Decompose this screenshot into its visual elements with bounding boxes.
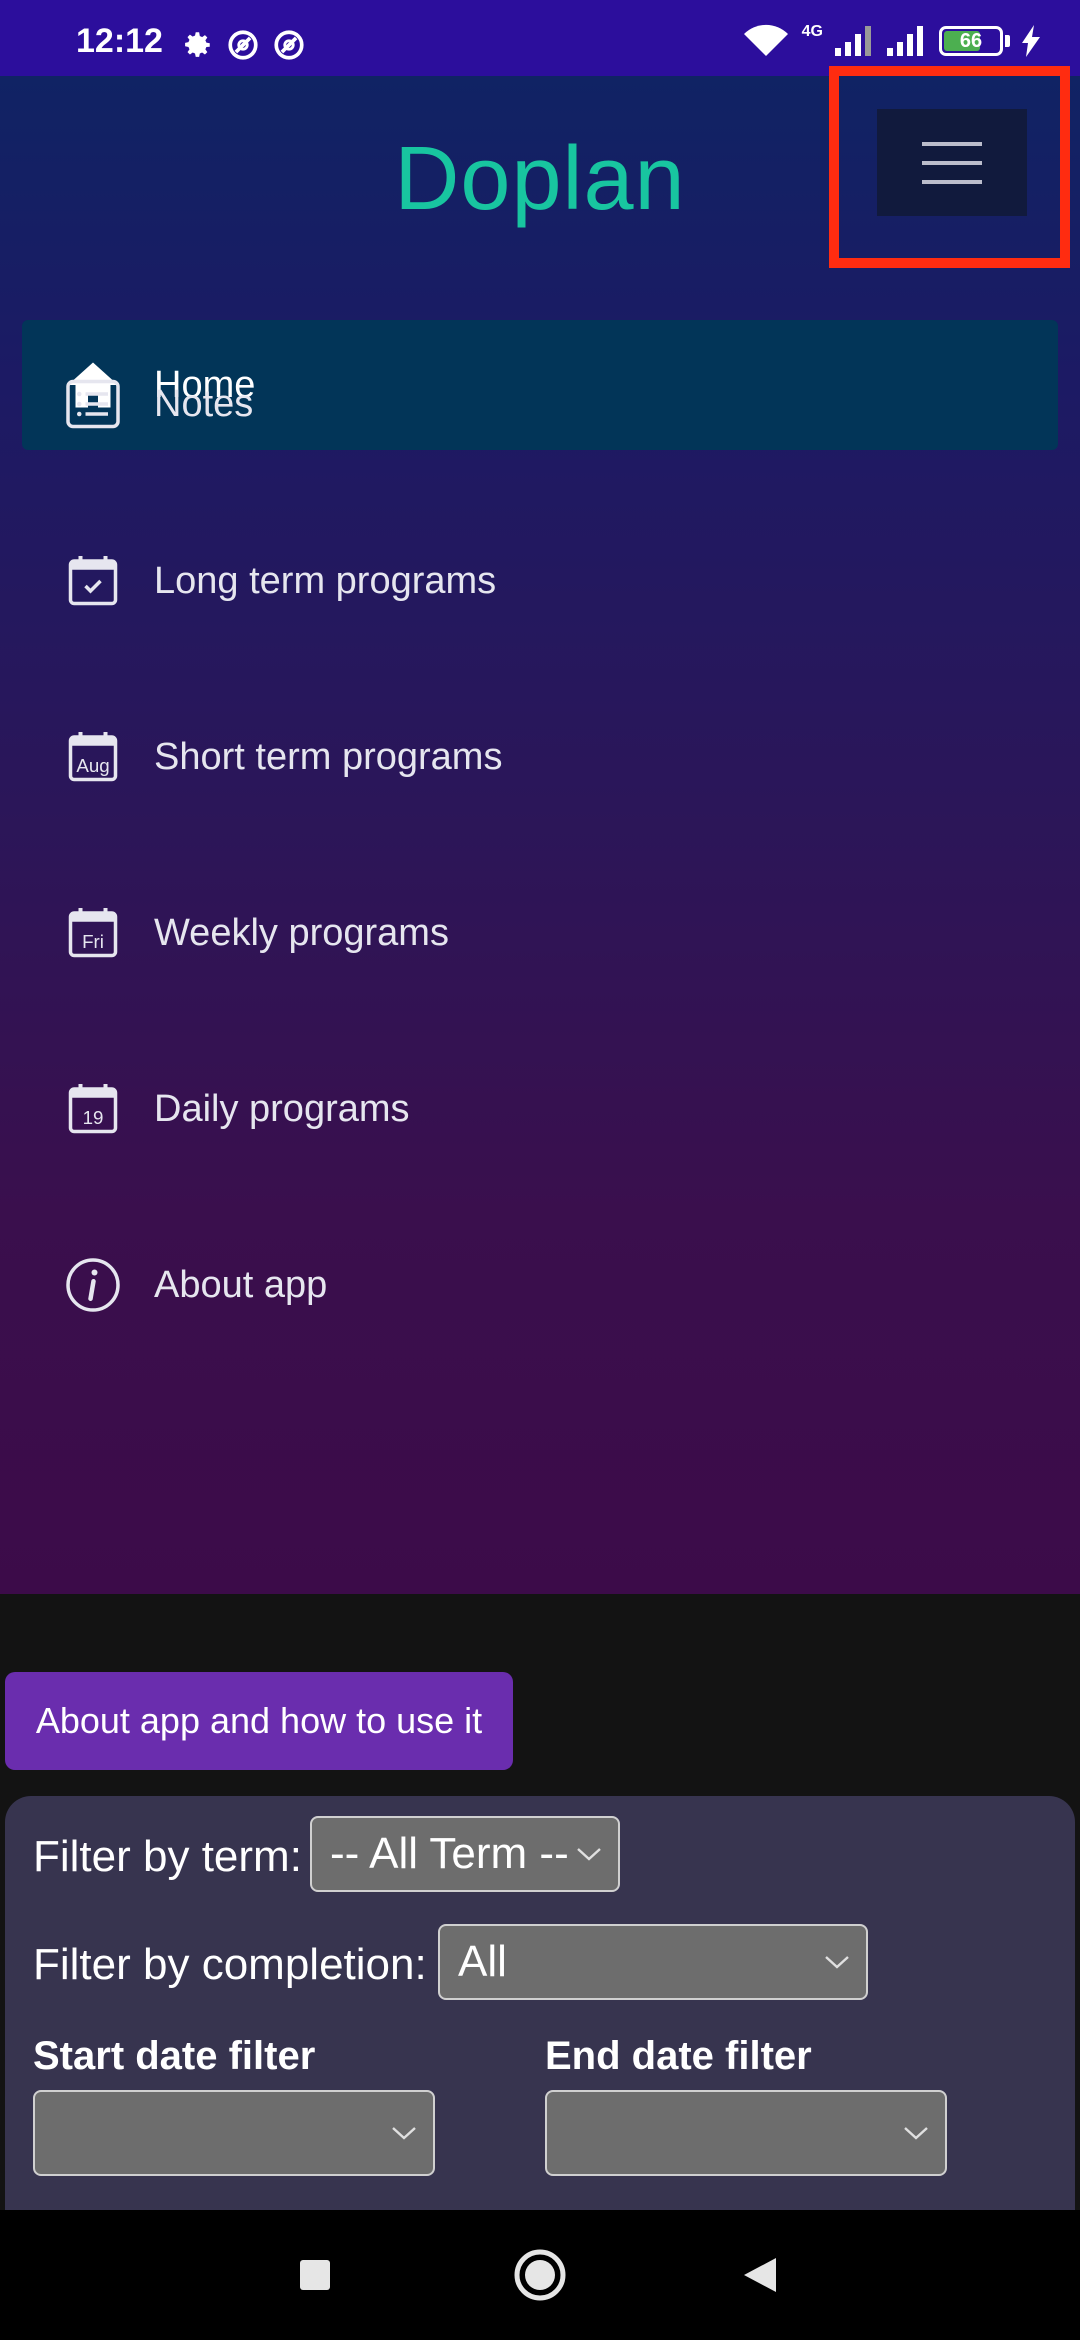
nav-item-notes[interactable]: Notes: [0, 349, 1080, 459]
info-icon: [66, 1258, 120, 1312]
status-bar: 12:12 4G 66: [0, 0, 1080, 76]
nav-item-label: Long term programs: [154, 559, 497, 602]
calendar-day-icon: 19: [68, 1084, 118, 1134]
menu-button[interactable]: [877, 109, 1027, 216]
home-circle-icon: [514, 2249, 566, 2301]
chevron-down-icon: [825, 1956, 849, 1969]
filter-term-value: -- All Term --: [330, 1829, 569, 1878]
status-time: 12:12: [76, 22, 163, 60]
signal-icon: [835, 26, 871, 56]
filter-completion-select[interactable]: All: [438, 1924, 868, 2000]
battery-text: 66: [959, 29, 983, 52]
recents-icon: [300, 2260, 330, 2290]
filter-term-label: Filter by term:: [33, 1832, 302, 1881]
nav-item-weekly-programs[interactable]: Fri Weekly programs: [0, 878, 1080, 988]
about-app-button[interactable]: About app and how to use it: [5, 1672, 513, 1770]
charging-icon: [1022, 25, 1040, 57]
back-button[interactable]: [700, 2210, 820, 2340]
nav-item-label: Notes: [154, 382, 254, 425]
dnd-icon: [228, 30, 258, 60]
nav-item-about-app[interactable]: About app: [0, 1230, 1080, 1340]
battery-tip: [1005, 35, 1010, 47]
start-date-select[interactable]: [33, 2090, 435, 2176]
navigation-drawer: Doplan Home Notes Long term programs Aug…: [0, 66, 1080, 1594]
calendar-aug-icon: Aug: [68, 732, 118, 782]
dnd-icon: [274, 30, 304, 60]
main-content: About app and how to use it Filter by te…: [0, 1594, 1080, 2226]
calendar-icon-text: Aug: [76, 755, 109, 776]
nav-item-label: About app: [154, 1263, 328, 1306]
calendar-icon-text: 19: [83, 1107, 104, 1128]
filter-completion-label: Filter by completion:: [33, 1940, 427, 1989]
status-icons-right: 4G 66: [742, 23, 1040, 58]
signal-icon: [887, 26, 923, 56]
nav-item-short-term-programs[interactable]: Aug Short term programs: [0, 702, 1080, 812]
gear-icon: [185, 32, 210, 57]
battery-icon: 66: [939, 26, 1003, 56]
calendar-check-icon: [68, 556, 118, 606]
nav-item-long-term-programs[interactable]: Long term programs: [0, 526, 1080, 636]
chevron-down-icon: [392, 2127, 416, 2140]
nav-item-label: Daily programs: [154, 1087, 410, 1130]
chevron-down-icon: [577, 1848, 601, 1861]
hamburger-icon: [922, 141, 982, 184]
calendar-fri-icon: Fri: [68, 908, 118, 958]
list-icon: [66, 379, 120, 429]
nav-item-daily-programs[interactable]: 19 Daily programs: [0, 1054, 1080, 1164]
home-nav-button[interactable]: [480, 2210, 600, 2340]
wifi-icon: [743, 24, 788, 56]
network-type: 4G: [801, 23, 823, 40]
start-date-label: Start date filter: [33, 2034, 316, 2078]
nav-item-label: Short term programs: [154, 735, 503, 778]
recents-button[interactable]: [255, 2210, 375, 2340]
end-date-label: End date filter: [545, 2034, 812, 2078]
back-icon: [744, 2258, 776, 2292]
chevron-down-icon: [904, 2127, 928, 2140]
filter-completion-value: All: [458, 1937, 507, 1986]
filter-term-select[interactable]: -- All Term --: [310, 1816, 620, 1892]
status-icons-left: [180, 28, 306, 62]
system-nav-bar: [0, 2210, 1080, 2340]
nav-item-label: Weekly programs: [154, 911, 449, 954]
calendar-icon-text: Fri: [82, 931, 104, 952]
end-date-select[interactable]: [545, 2090, 947, 2176]
filter-panel: Filter by term: -- All Term -- Filter by…: [5, 1796, 1075, 2226]
